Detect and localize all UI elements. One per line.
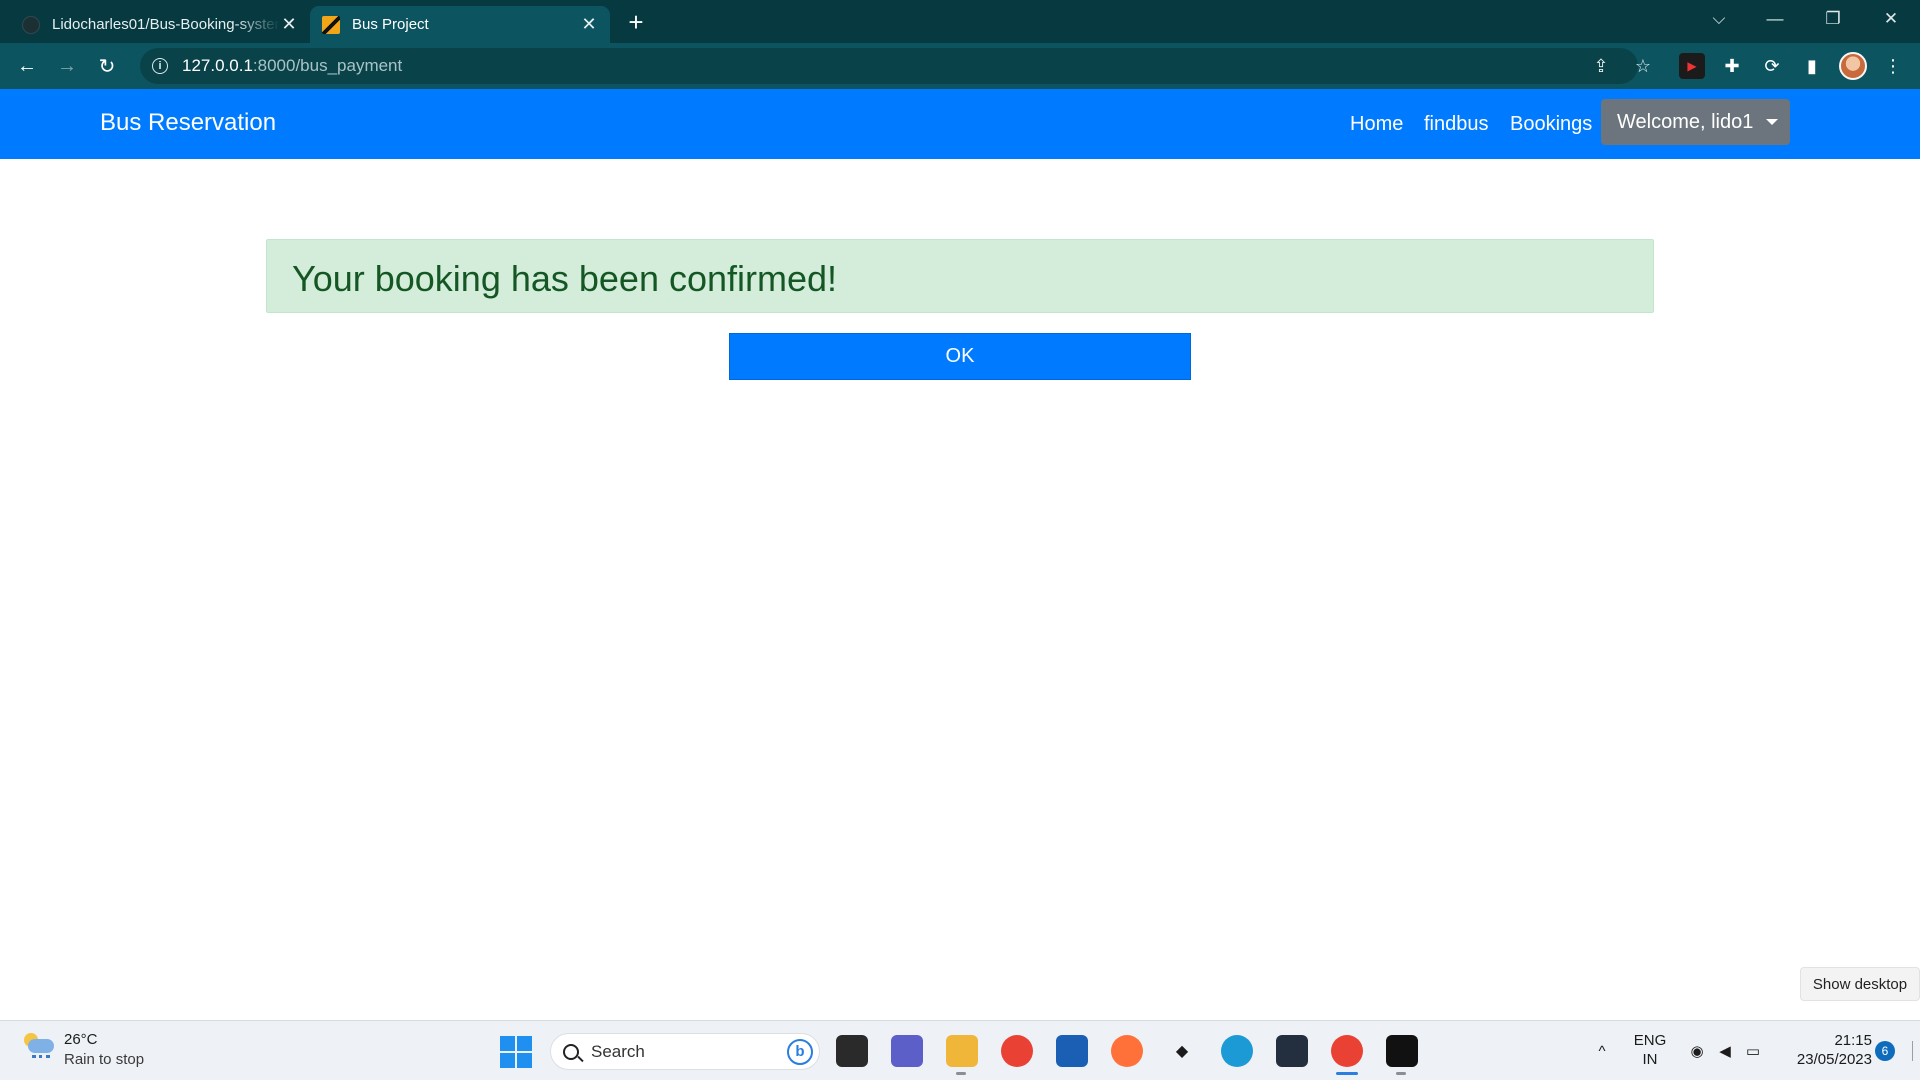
new-tab-button[interactable]: + [622, 8, 650, 36]
reload-button[interactable]: ↻ [92, 51, 122, 81]
language-indicator[interactable]: ENG IN [1630, 1031, 1670, 1069]
bing-icon[interactable]: b [787, 1038, 813, 1065]
show-hidden-icons-chevron-icon[interactable]: ^ [1590, 1021, 1614, 1081]
close-tab-icon[interactable]: ✕ [580, 14, 598, 34]
file-explorer-icon[interactable] [946, 1035, 978, 1067]
browser-tab-strip: Lidocharles01/Bus-Booking-system ✕ Bus P… [0, 0, 1920, 43]
chrome-profile-icon[interactable] [1331, 1035, 1363, 1067]
tab-search-icon[interactable]: ⌵ [1696, 0, 1742, 38]
clock-date: 23/05/2023 [1796, 1051, 1872, 1068]
side-panel-icon[interactable]: ▮ [1799, 53, 1825, 79]
language-region: IN [1642, 1051, 1658, 1068]
address-bar[interactable]: i 127.0.0.1:8000/bus_payment [140, 48, 1638, 84]
browser-toolbar: ← → ↻ i 127.0.0.1:8000/bus_payment ⇪ ☆ ▶… [0, 43, 1920, 89]
nav-link-findbus[interactable]: findbus [1424, 113, 1489, 136]
active-app-indicator [1336, 1072, 1358, 1075]
running-indicator [956, 1072, 966, 1075]
show-desktop-edge[interactable] [1912, 1041, 1913, 1061]
language-code: ENG [1633, 1032, 1667, 1049]
notification-badge[interactable]: 6 [1875, 1041, 1895, 1061]
forward-button[interactable]: → [52, 51, 82, 81]
restore-button[interactable]: ❐ [1810, 0, 1856, 38]
close-tab-icon[interactable]: ✕ [280, 14, 298, 34]
nav-link-home[interactable]: Home [1350, 113, 1403, 136]
extensions-puzzle-icon[interactable]: ✚ [1719, 53, 1745, 79]
terminal-extension-icon[interactable]: ▶ [1679, 53, 1705, 79]
close-window-button[interactable]: ✕ [1868, 0, 1914, 38]
url-host: 127.0.0.1 [182, 56, 253, 75]
windows-start-icon[interactable] [500, 1036, 532, 1068]
sync-extension-icon[interactable]: ⟳ [1759, 53, 1785, 79]
pycharm-icon[interactable] [1386, 1035, 1418, 1067]
system-clock[interactable]: 21:15 23/05/2023 [1780, 1031, 1872, 1069]
taskbar-search[interactable]: Search b [550, 1033, 820, 1070]
back-button[interactable]: ← [12, 51, 42, 81]
weather-temperature[interactable]: 26°C [64, 1031, 98, 1048]
edge-icon[interactable] [1221, 1035, 1253, 1067]
weather-rain-icon[interactable] [22, 1033, 56, 1063]
share-icon[interactable]: ⇪ [1587, 52, 1615, 80]
browser-menu-icon[interactable]: ⋮ [1880, 53, 1906, 79]
dropbox-icon[interactable]: ◆ [1166, 1035, 1198, 1067]
site-brand[interactable]: Bus Reservation [100, 109, 276, 137]
task-view-icon[interactable] [836, 1035, 868, 1067]
volume-icon[interactable]: ◀ [1713, 1021, 1737, 1081]
github-icon [22, 15, 40, 34]
profile-avatar[interactable] [1839, 52, 1867, 80]
bookmark-star-icon[interactable]: ☆ [1629, 52, 1657, 80]
clock-time: 21:15 [1834, 1032, 1872, 1049]
site-info-icon[interactable]: i [152, 58, 168, 74]
battery-icon[interactable]: ▭ [1741, 1021, 1765, 1081]
firefox-icon[interactable] [1111, 1035, 1143, 1067]
ok-button[interactable]: OK [729, 333, 1191, 380]
nav-link-bookings[interactable]: Bookings [1510, 113, 1592, 136]
booking-confirmed-alert: Your booking has been confirmed! [266, 239, 1654, 313]
bus-project-favicon-icon [322, 15, 340, 34]
tab-github[interactable]: Lidocharles01/Bus-Booking-system ✕ [10, 6, 310, 43]
user-menu-label: Welcome, lido1 [1617, 110, 1754, 133]
meet-icon[interactable] [891, 1035, 923, 1067]
search-icon [563, 1043, 579, 1060]
site-navbar: Bus Reservation Home findbus Bookings We… [0, 89, 1920, 159]
tab-title: Lidocharles01/Bus-Booking-system [52, 16, 280, 33]
caret-down-icon [1766, 119, 1779, 125]
amazon-icon[interactable] [1276, 1035, 1308, 1067]
user-menu-dropdown[interactable]: Welcome, lido1 [1601, 99, 1790, 145]
show-desktop-tooltip: Show desktop [1800, 967, 1920, 1001]
search-placeholder: Search [591, 1041, 645, 1061]
minimize-button[interactable]: — [1752, 0, 1798, 38]
wifi-icon[interactable]: ◉ [1685, 1021, 1709, 1081]
chrome-icon[interactable] [1001, 1035, 1033, 1067]
running-indicator [1396, 1072, 1406, 1075]
url-path: :8000/bus_payment [252, 56, 403, 75]
tab-title: Bus Project [352, 16, 429, 33]
weather-description[interactable]: Rain to stop [64, 1051, 144, 1068]
tab-bus-project[interactable]: Bus Project ✕ [310, 6, 610, 43]
microsoft-store-icon[interactable] [1056, 1035, 1088, 1067]
windows-taskbar: 26°C Rain to stop Search b ◆ ^ ENG IN ◉ … [0, 1020, 1920, 1080]
